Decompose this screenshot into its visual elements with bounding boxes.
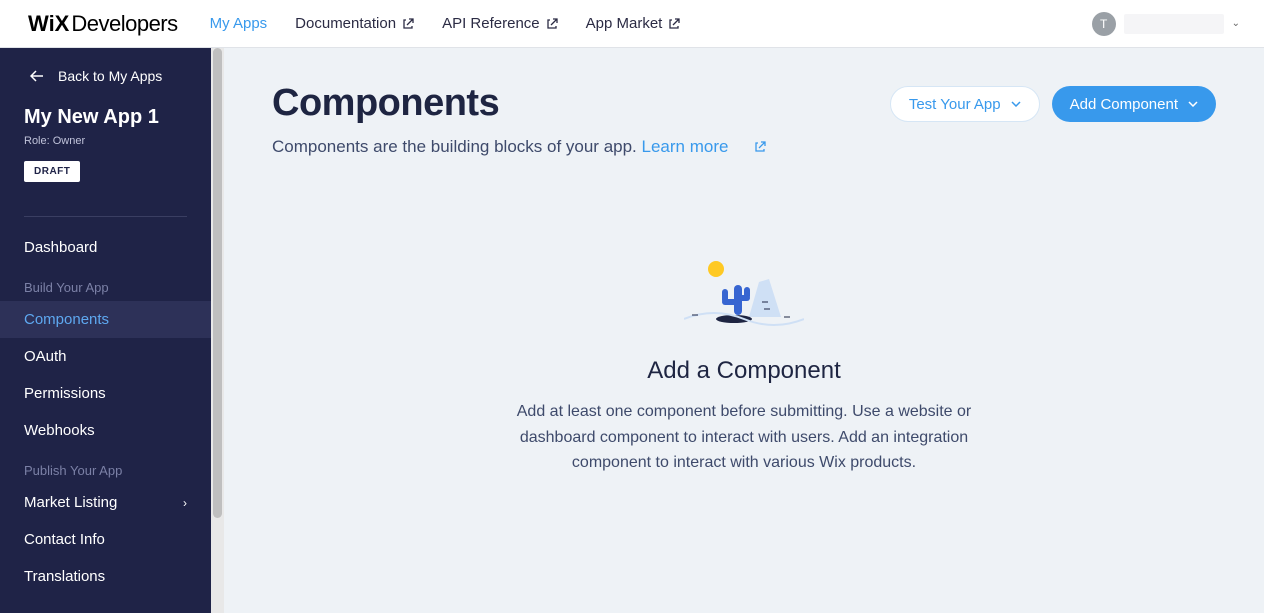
user-name — [1124, 14, 1224, 34]
nav-app-market-label: App Market — [586, 15, 663, 32]
nav-my-apps-label: My Apps — [210, 15, 268, 32]
app-role: Role: Owner — [24, 135, 187, 147]
button-label: Add Component — [1070, 96, 1178, 113]
layout: Back to My Apps My New App 1 Role: Owner… — [0, 48, 1264, 613]
nav-my-apps[interactable]: My Apps — [210, 15, 268, 32]
sidebar-item-contact-info[interactable]: Contact Info — [0, 521, 211, 558]
sidebar-item-translations[interactable]: Translations — [0, 558, 211, 595]
user-menu[interactable]: T ⌄ — [1092, 12, 1240, 36]
chevron-down-icon — [1011, 101, 1021, 107]
topnav: My Apps Documentation API Reference App … — [210, 15, 1092, 32]
logo[interactable]: WiX Developers — [28, 11, 178, 37]
sidebar-section-publish: Publish Your App — [0, 449, 211, 484]
back-label: Back to My Apps — [58, 68, 162, 84]
main-header: Components Test Your App Add Component — [272, 82, 1216, 125]
sidebar-scrollbar[interactable] — [211, 48, 224, 613]
app-title: My New App 1 — [24, 106, 187, 129]
sidebar-item-label: Webhooks — [24, 422, 95, 439]
arrow-left-icon — [30, 70, 44, 82]
add-component-button[interactable]: Add Component — [1052, 86, 1216, 122]
page-subtitle: Components are the building blocks of yo… — [272, 137, 1216, 157]
sidebar-item-label: Permissions — [24, 385, 106, 402]
external-link-icon — [402, 18, 414, 30]
page-title: Components — [272, 82, 499, 125]
sidebar-item-label: OAuth — [24, 348, 67, 365]
nav-documentation-label: Documentation — [295, 15, 396, 32]
test-your-app-button[interactable]: Test Your App — [890, 86, 1040, 122]
learn-more-link[interactable]: Learn more — [642, 137, 766, 157]
sidebar-item-dashboard[interactable]: Dashboard — [0, 229, 211, 266]
chevron-down-icon — [1188, 101, 1198, 107]
sidebar-item-market-listing[interactable]: Market Listing › — [0, 484, 211, 521]
sidebar-item-label: Dashboard — [24, 239, 97, 256]
status-badge: DRAFT — [24, 161, 80, 182]
nav-api-reference[interactable]: API Reference — [442, 15, 558, 32]
empty-state: Add a Component Add at least one compone… — [272, 257, 1216, 476]
sidebar-item-label: Contact Info — [24, 531, 105, 548]
header-buttons: Test Your App Add Component — [890, 86, 1216, 122]
external-link-icon — [546, 18, 558, 30]
back-to-my-apps[interactable]: Back to My Apps — [0, 48, 211, 102]
sidebar-item-permissions[interactable]: Permissions — [0, 375, 211, 412]
chevron-down-icon: ⌄ — [1232, 18, 1240, 29]
empty-state-description: Add at least one component before submit… — [484, 399, 1004, 476]
avatar: T — [1092, 12, 1116, 36]
subtitle-text: Components are the building blocks of yo… — [272, 137, 642, 156]
nav-api-reference-label: API Reference — [442, 15, 540, 32]
nav-documentation[interactable]: Documentation — [295, 15, 414, 32]
learn-more-label: Learn more — [642, 137, 729, 157]
main-content: Components Test Your App Add Component C… — [224, 48, 1264, 613]
sidebar-item-webhooks[interactable]: Webhooks — [0, 412, 211, 449]
logo-dev: Developers — [71, 11, 177, 37]
sidebar-item-oauth[interactable]: OAuth — [0, 338, 211, 375]
scrollbar-thumb[interactable] — [213, 48, 222, 518]
avatar-initial: T — [1100, 17, 1107, 31]
app-header: My New App 1 Role: Owner DRAFT — [0, 102, 211, 202]
divider — [24, 216, 187, 217]
empty-state-title: Add a Component — [647, 357, 840, 385]
chevron-right-icon: › — [183, 496, 187, 510]
desert-illustration-icon — [684, 257, 804, 327]
sidebar-item-label: Market Listing — [24, 494, 117, 511]
button-label: Test Your App — [909, 96, 1001, 113]
nav-app-market[interactable]: App Market — [586, 15, 681, 32]
sidebar-section-build: Build Your App — [0, 266, 211, 301]
sidebar-item-label: Translations — [24, 568, 105, 585]
sidebar-item-label: Components — [24, 311, 109, 328]
sidebar-item-components[interactable]: Components — [0, 301, 211, 338]
external-link-icon — [668, 18, 680, 30]
topbar: WiX Developers My Apps Documentation API… — [0, 0, 1264, 48]
logo-wix: WiX — [28, 11, 69, 37]
sidebar: Back to My Apps My New App 1 Role: Owner… — [0, 48, 211, 613]
external-link-icon — [754, 141, 766, 153]
